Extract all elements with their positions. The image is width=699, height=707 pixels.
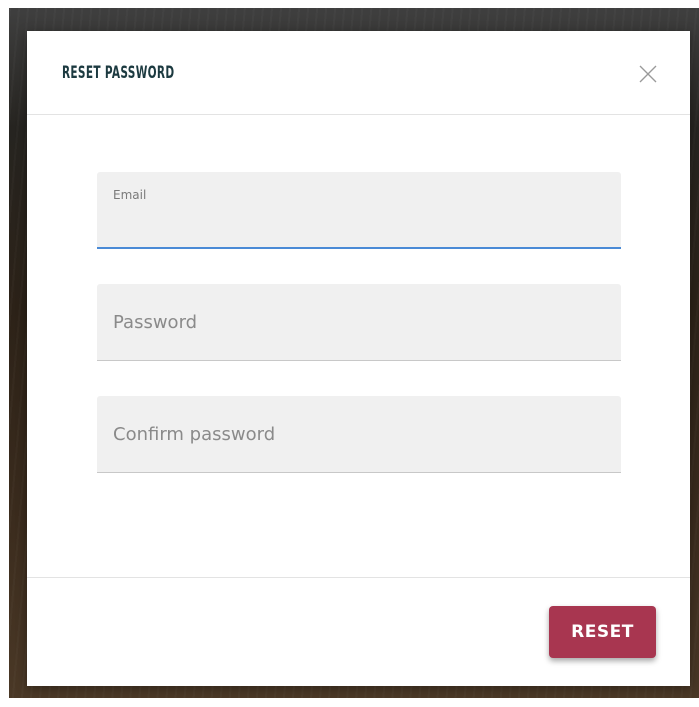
modal-title: RESET PASSWORD — [62, 63, 175, 83]
password-input[interactable] — [113, 306, 603, 338]
password-field[interactable] — [97, 284, 621, 361]
confirm-password-field[interactable] — [97, 396, 621, 473]
close-icon — [639, 65, 657, 83]
email-input[interactable] — [113, 200, 603, 232]
modal-footer: RESET — [27, 577, 690, 687]
close-button[interactable] — [638, 64, 658, 84]
email-field[interactable]: Email — [97, 172, 621, 249]
modal-body: Email — [27, 115, 690, 577]
modal-header: RESET PASSWORD — [27, 31, 690, 115]
confirm-password-input[interactable] — [113, 418, 603, 450]
reset-button[interactable]: RESET — [549, 606, 656, 658]
reset-password-modal: RESET PASSWORD Email RESET — [27, 31, 690, 686]
